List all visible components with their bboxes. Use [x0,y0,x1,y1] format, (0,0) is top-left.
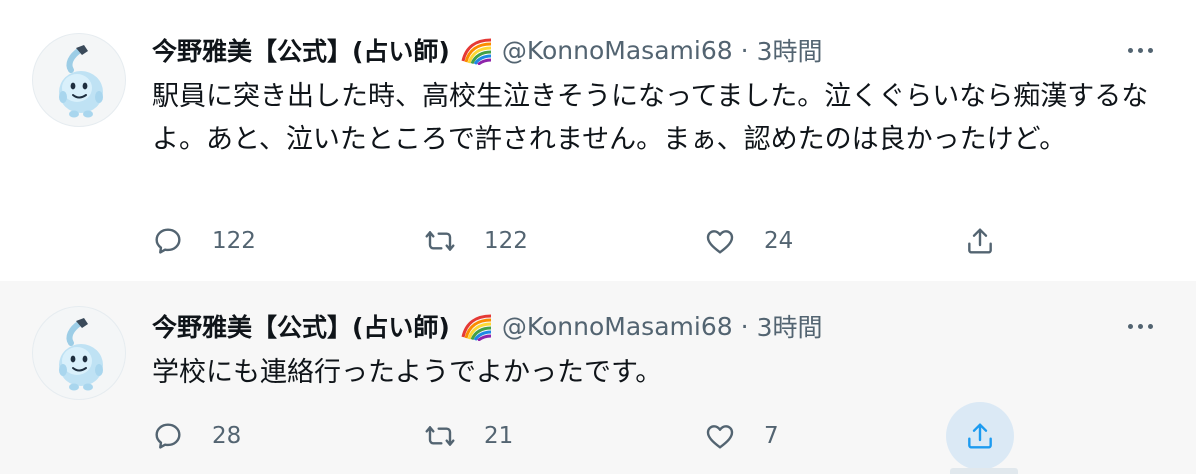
avatar[interactable] [32,33,126,127]
tweet-text: 駅員に突き出した時、高校生泣きそうになってました。泣くぐらいなら痴漢するなよ。あ… [152,81,1149,155]
share-button[interactable] [964,217,996,265]
reply-button[interactable]: 122 [152,217,256,265]
like-button[interactable]: 24 [704,217,793,265]
tweet-actions: 28 21 7 [152,402,1032,470]
author-handle[interactable]: @KonnoMasami68 [502,36,733,65]
share-icon [964,420,996,452]
tweet-text: 学校にも連絡行ったようでよかったです。 [152,357,663,388]
tweet-timestamp[interactable]: 3時間 [757,32,823,68]
reply-count: 28 [212,423,242,449]
retweet-icon [424,225,456,257]
like-icon [704,225,736,257]
like-icon [704,420,736,452]
rainbow-flag-icon [460,35,494,65]
author-name[interactable]: 今野雅美【公式】(占い師) [152,308,450,344]
tweet-header: 今野雅美【公式】(占い師) @KonnoMasami68 · 3時間 [152,33,823,67]
retweet-icon [424,420,456,452]
avatar[interactable] [32,306,126,400]
more-icon[interactable] [1120,309,1160,343]
retweet-count: 21 [484,423,514,449]
tweet[interactable]: 今野雅美【公式】(占い師) @KonnoMasami68 · 3時間 駅員に突き… [0,0,1196,281]
rainbow-flag-icon [460,311,494,341]
like-count: 7 [764,423,779,449]
tweet-timestamp[interactable]: 3時間 [757,308,823,344]
like-button[interactable]: 7 [704,412,779,460]
tweet-actions: 122 122 24 [152,217,1032,265]
separator-dot: · [740,311,749,341]
tweet-header: 今野雅美【公式】(占い師) @KonnoMasami68 · 3時間 [152,309,823,343]
separator-dot: · [740,35,749,65]
retweet-button[interactable]: 21 [424,412,513,460]
share-button[interactable] [946,402,1014,470]
retweet-button[interactable]: 122 [424,217,528,265]
more-icon[interactable] [1120,33,1160,67]
retweet-count: 122 [484,228,528,254]
reply-icon [152,420,184,452]
author-name[interactable]: 今野雅美【公式】(占い師) [152,32,450,68]
author-handle[interactable]: @KonnoMasami68 [502,312,733,341]
share-icon [964,225,996,257]
reply-count: 122 [212,228,256,254]
reply-button[interactable]: 28 [152,412,241,460]
reply-icon [152,225,184,257]
bottom-tab-indicator [950,468,1018,474]
tweet[interactable]: 今野雅美【公式】(占い師) @KonnoMasami68 · 3時間 学校にも連… [0,281,1196,474]
like-count: 24 [764,228,794,254]
